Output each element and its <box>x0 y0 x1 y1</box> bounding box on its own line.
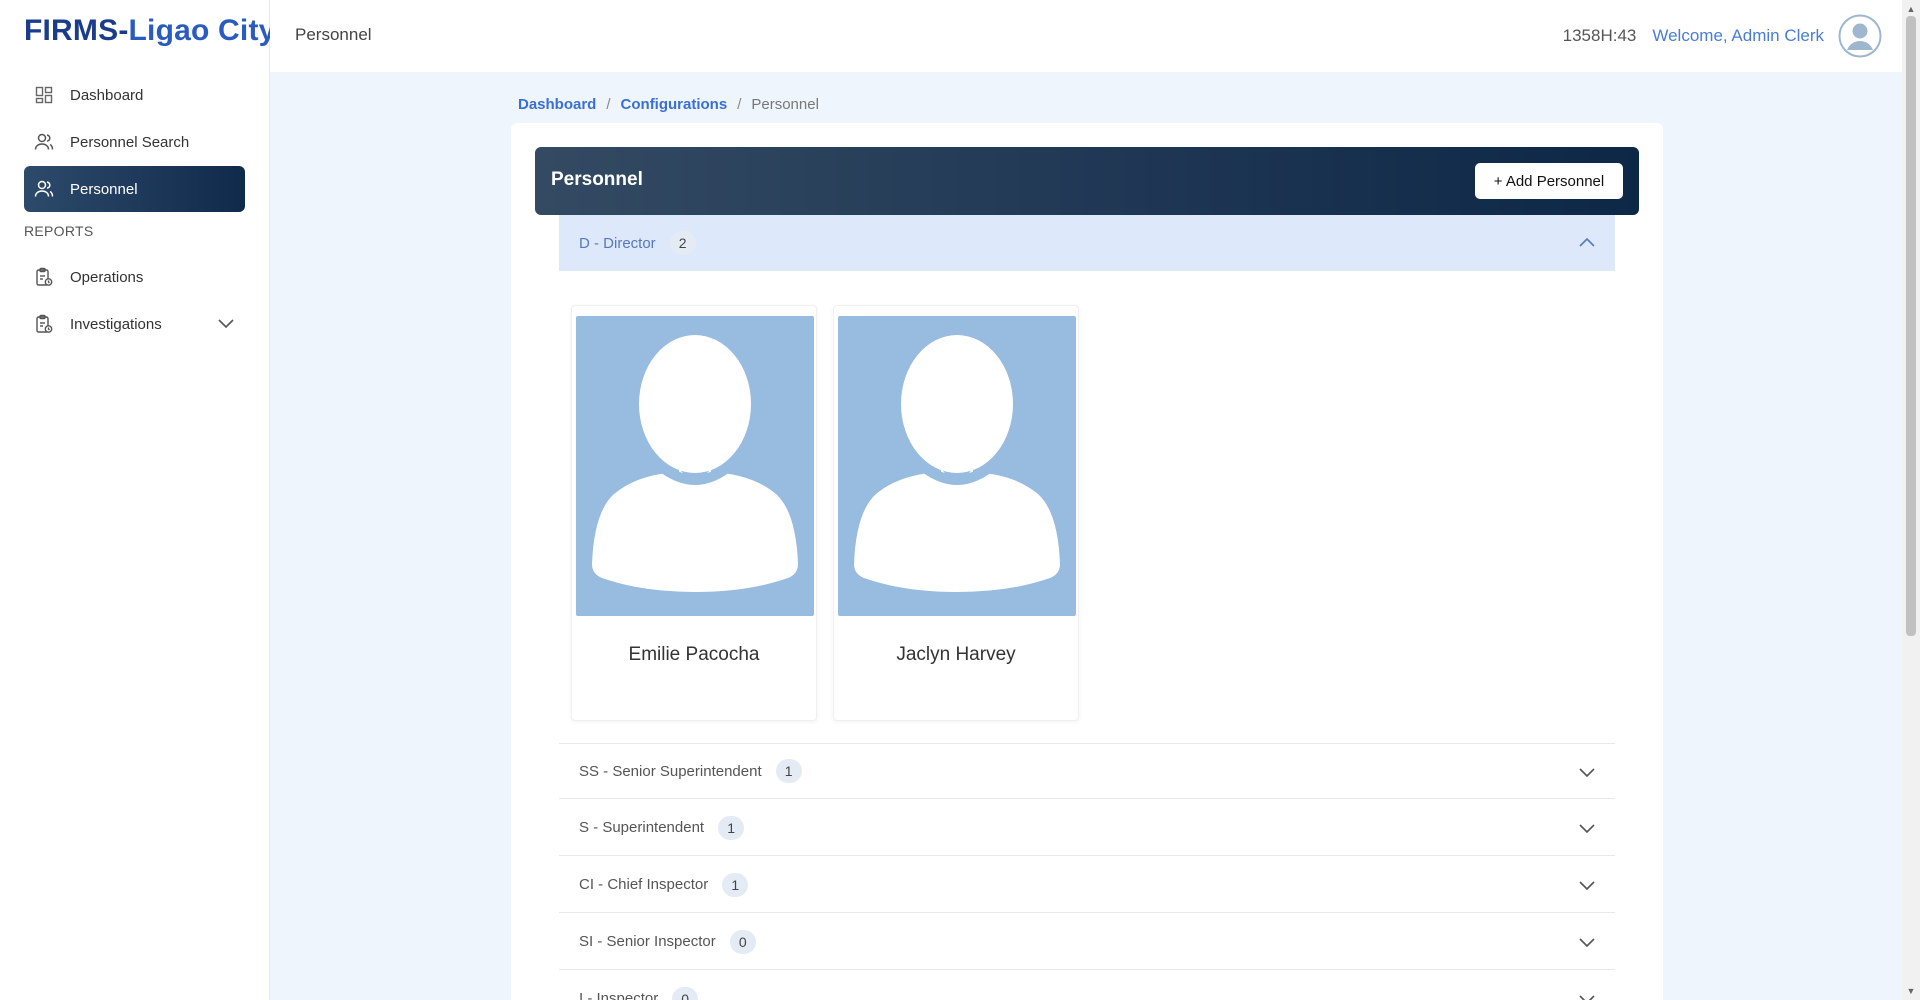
sidebar-item-label: Dashboard <box>70 86 144 104</box>
group-label: D - Director <box>579 234 656 252</box>
chevron-down-icon[interactable] <box>1577 762 1597 782</box>
group-label: SI - Senior Inspector <box>579 933 716 950</box>
sidebar-nav: Dashboard Personnel Search Personnel REP… <box>24 72 245 348</box>
sidebar-item-personnel-search[interactable]: Personnel Search <box>24 119 245 165</box>
add-personnel-button[interactable]: + Add Personnel <box>1475 163 1623 199</box>
chevron-down-icon[interactable] <box>1577 932 1597 952</box>
panel-title: Personnel <box>551 169 643 190</box>
chevron-down-icon[interactable] <box>1577 989 1597 1000</box>
count-badge: 2 <box>669 231 696 255</box>
panel-header: Personnel + Add Personnel <box>535 147 1639 215</box>
session-timer: 1358H:43 <box>1562 26 1637 45</box>
personnel-panel: Personnel + Add Personnel D - Director 2… <box>511 123 1663 1000</box>
clipboard-icon <box>34 267 54 287</box>
reports-section-label: REPORTS <box>24 223 94 239</box>
brand-city: Ligao City <box>128 14 276 47</box>
sidebar-item-label: Investigations <box>70 315 162 333</box>
sidebar-item-label: Operations <box>70 268 144 286</box>
brand-prefix: FIRMS- <box>24 14 129 47</box>
scroll-up-arrow-icon[interactable]: ▲ <box>1906 4 1916 14</box>
avatar-placeholder-icon <box>838 316 1076 616</box>
page-scrollbar[interactable]: ▲ ▼ <box>1902 0 1920 1000</box>
count-badge: 1 <box>775 759 802 783</box>
sidebar-item-label: Personnel <box>70 180 138 198</box>
group-header-inspector[interactable]: I - Inspector 0 <box>559 971 1615 1000</box>
sidebar-item-operations[interactable]: Operations <box>24 254 245 300</box>
sidebar-item-label: Personnel Search <box>70 133 190 151</box>
group-label: I - Inspector <box>579 990 659 1000</box>
avatar-placeholder-icon <box>576 316 814 616</box>
personnel-card[interactable]: Emilie Pacocha <box>571 305 817 721</box>
user-avatar-icon[interactable] <box>1838 14 1882 58</box>
sidebar-item-dashboard[interactable]: Dashboard <box>24 72 245 118</box>
breadcrumb-configurations[interactable]: Configurations <box>621 96 728 113</box>
users-icon <box>34 179 54 199</box>
group-header-senior-inspector[interactable]: SI - Senior Inspector 0 <box>559 914 1615 970</box>
count-badge: 0 <box>672 986 699 1000</box>
breadcrumb: Dashboard / Configurations / Personnel <box>518 96 819 113</box>
chevron-down-icon[interactable] <box>217 316 235 333</box>
group-header-superintendent[interactable]: S - Superintendent 1 <box>559 800 1615 856</box>
scrollbar-thumb[interactable] <box>1906 16 1916 636</box>
brand-logo[interactable]: FIRMS-Ligao City <box>24 14 276 48</box>
chevron-down-icon[interactable] <box>1577 818 1597 838</box>
dashboard-icon <box>34 85 54 105</box>
chevron-up-icon[interactable] <box>1577 233 1597 253</box>
count-badge: 1 <box>718 815 745 840</box>
personnel-name: Jaclyn Harvey <box>896 644 1016 665</box>
chevron-down-icon[interactable] <box>1577 875 1597 895</box>
sidebar-item-investigations[interactable]: Investigations <box>24 301 245 347</box>
top-header: Personnel 1358H:43 Welcome, Admin Clerk <box>270 0 1902 72</box>
sidebar-item-personnel[interactable]: Personnel <box>24 166 245 212</box>
breadcrumb-separator: / <box>606 96 611 113</box>
group-label: S - Superintendent <box>579 819 705 836</box>
personnel-card[interactable]: Jaclyn Harvey <box>833 305 1079 721</box>
group-header-chief-inspector[interactable]: CI - Chief Inspector 1 <box>559 857 1615 913</box>
group-header-senior-superintendent[interactable]: SS - Senior Superintendent 1 <box>559 743 1615 799</box>
group-label: SS - Senior Superintendent <box>579 762 762 780</box>
users-icon <box>34 132 54 152</box>
group-header-director[interactable]: D - Director 2 <box>559 215 1615 271</box>
clipboard-icon <box>34 314 54 334</box>
count-badge: 1 <box>722 872 749 897</box>
count-badge: 0 <box>729 929 756 954</box>
welcome-user-link[interactable]: Welcome, Admin Clerk <box>1652 26 1824 46</box>
group-label: CI - Chief Inspector <box>579 876 709 893</box>
page-title: Personnel <box>295 25 372 44</box>
sidebar: FIRMS-Ligao City Dashboard Personnel Sea… <box>0 0 275 1000</box>
personnel-name: Emilie Pacocha <box>628 644 760 665</box>
breadcrumb-current: Personnel <box>751 96 819 113</box>
scroll-down-arrow-icon[interactable]: ▼ <box>1906 986 1916 996</box>
breadcrumb-separator: / <box>737 96 742 113</box>
header-user-area: 1358H:43 Welcome, Admin Clerk <box>1563 14 1902 58</box>
breadcrumb-dashboard[interactable]: Dashboard <box>518 96 596 113</box>
